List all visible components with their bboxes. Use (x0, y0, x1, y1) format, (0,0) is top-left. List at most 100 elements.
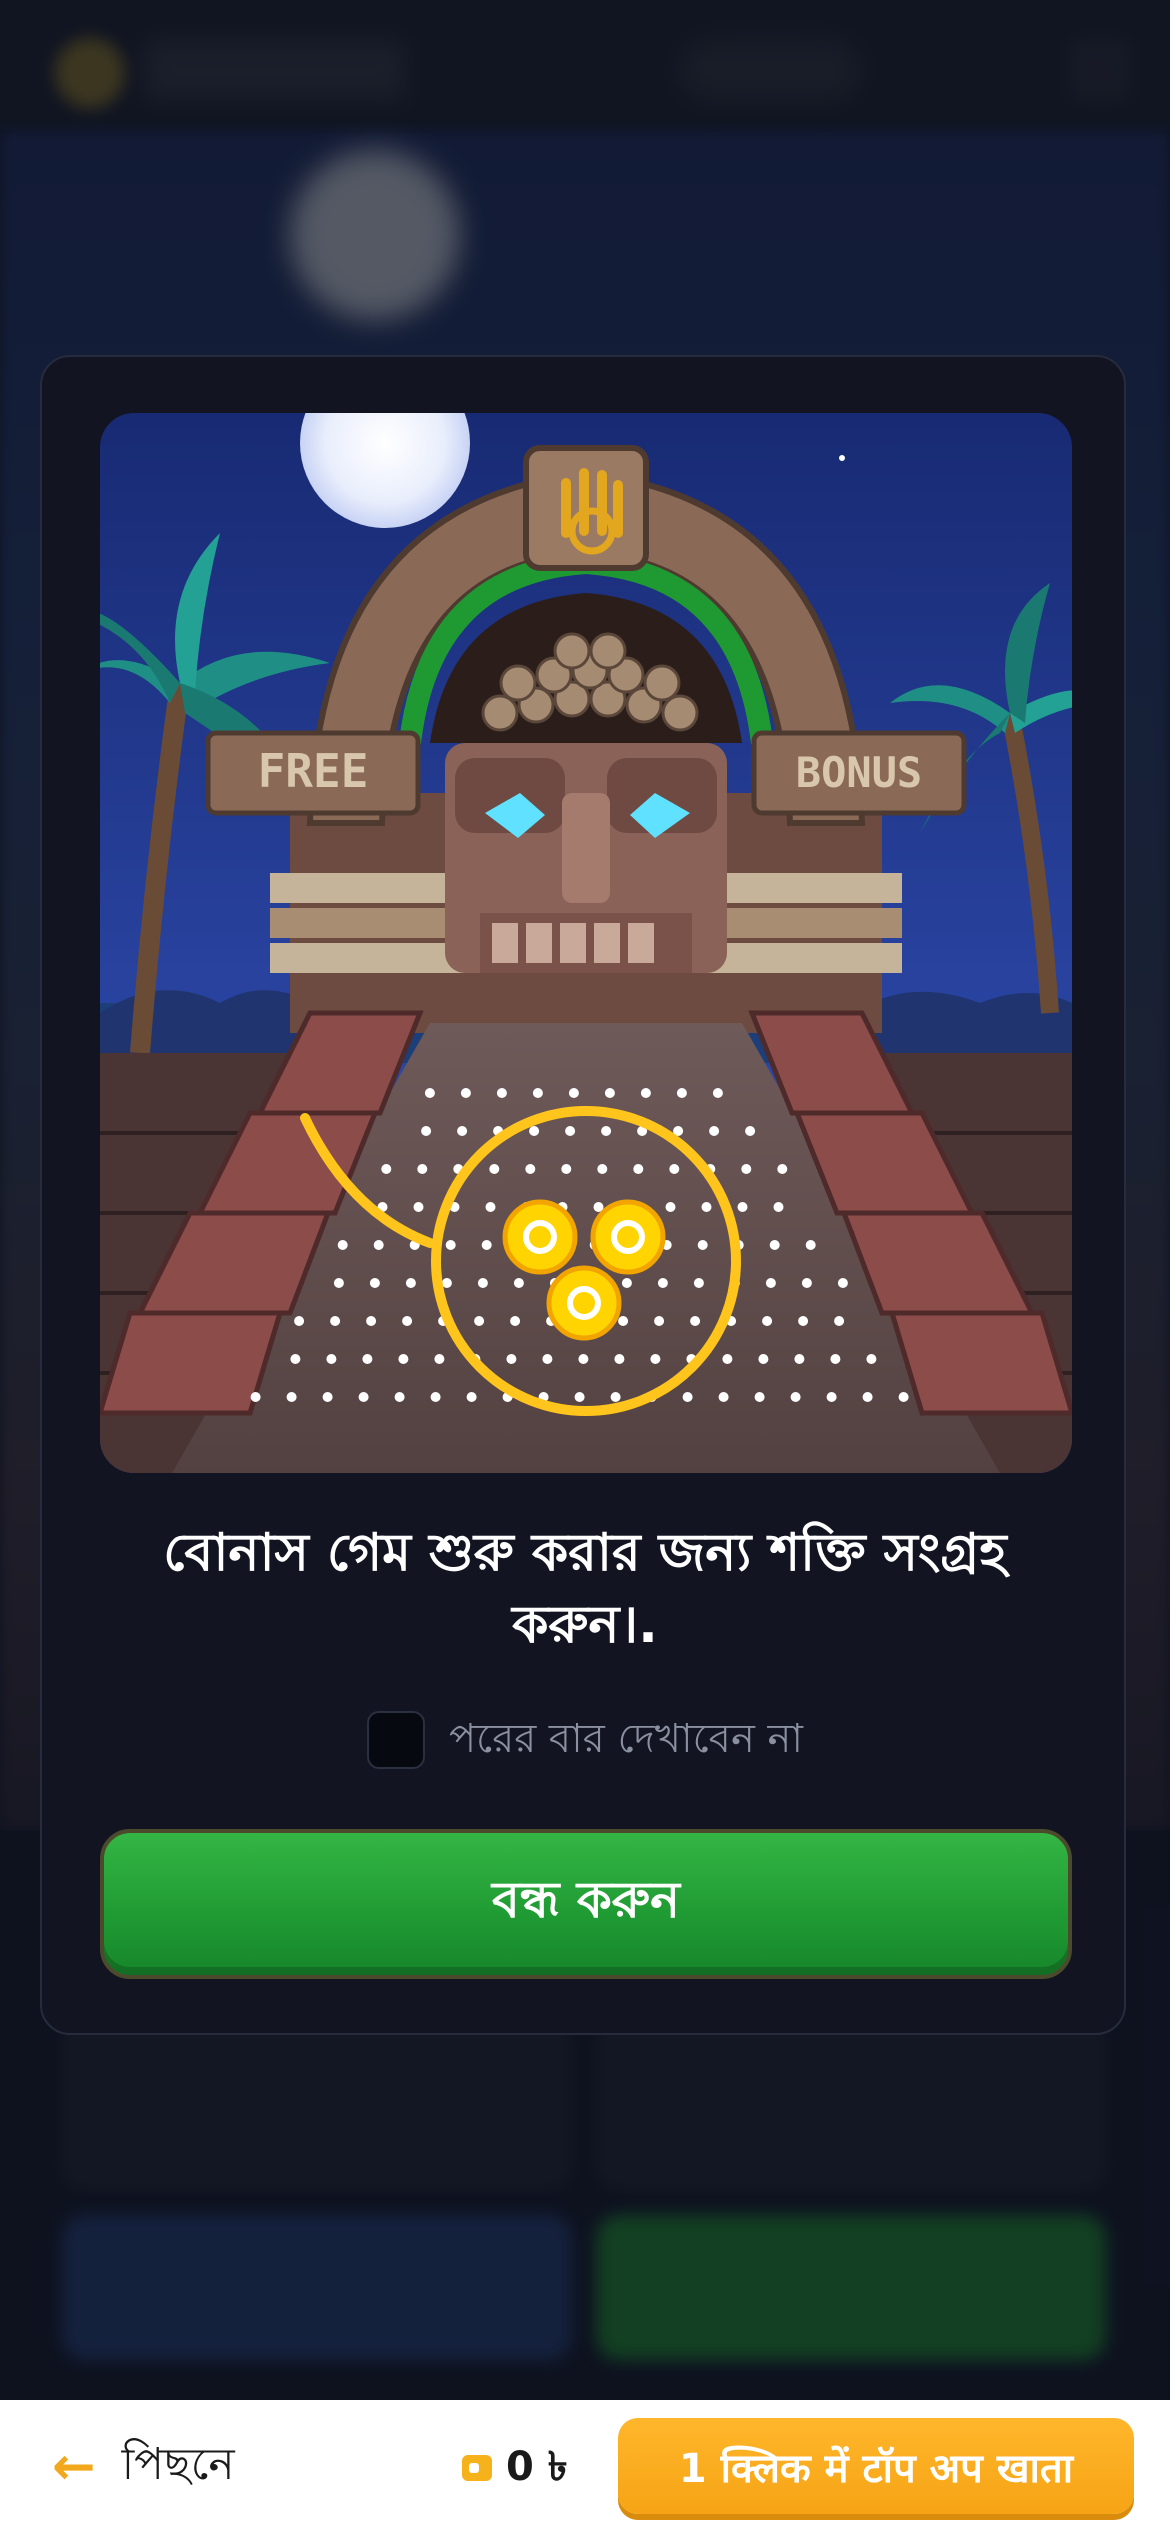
bonus-game-illustration: FREE BONUS (100, 413, 1072, 1473)
peg (862, 1392, 873, 1402)
peg (574, 1392, 585, 1402)
peg (294, 1316, 305, 1326)
peg (402, 1316, 413, 1326)
peg (604, 1088, 615, 1098)
peg (474, 1316, 485, 1326)
peg (693, 1278, 704, 1288)
balance-value: 0 ৳ (506, 2443, 568, 2490)
peg (565, 1126, 576, 1136)
peg (830, 1354, 841, 1364)
peg (542, 1354, 553, 1364)
peg (618, 1316, 629, 1326)
peg (633, 1164, 644, 1174)
arrow-left-icon[interactable]: ← (52, 2441, 96, 2493)
peg (578, 1354, 589, 1364)
dont-show-again-row[interactable]: পরের বার দেখাবেন না (42, 1707, 1128, 1773)
peg (741, 1164, 752, 1174)
peg (765, 1278, 776, 1288)
peg (654, 1316, 665, 1326)
peg (460, 1088, 471, 1098)
peg (794, 1354, 805, 1364)
peg (745, 1126, 756, 1136)
peg (424, 1088, 435, 1098)
peg (529, 1126, 540, 1136)
peg (506, 1354, 517, 1364)
peg (481, 1240, 492, 1250)
peg (525, 1164, 536, 1174)
peg (337, 1240, 348, 1250)
dont-show-again-label[interactable]: পরের বার দেখাবেন না (449, 1707, 803, 1774)
peg (801, 1278, 812, 1288)
peg (457, 1126, 468, 1136)
peg (477, 1278, 488, 1288)
peg (866, 1354, 877, 1364)
peg (737, 1202, 748, 1212)
peg (712, 1088, 723, 1098)
peg (758, 1354, 769, 1364)
peg (330, 1316, 341, 1326)
peg (610, 1392, 621, 1402)
peg (773, 1202, 784, 1212)
free-sign: FREE (205, 730, 421, 816)
peg (405, 1278, 416, 1288)
peg (601, 1126, 612, 1136)
back-button[interactable]: ← পিছনে (52, 2435, 235, 2499)
peg (690, 1316, 701, 1326)
peg (568, 1088, 579, 1098)
peg (286, 1392, 297, 1402)
peg (417, 1164, 428, 1174)
topup-button[interactable]: 1 क्लिक में टॉप अप खाता (618, 2418, 1134, 2514)
peg (445, 1240, 456, 1250)
peg (250, 1392, 261, 1402)
peg (709, 1126, 720, 1136)
back-label[interactable]: পিছনে (122, 2431, 235, 2504)
peg (697, 1240, 708, 1250)
dont-show-again-checkbox[interactable] (366, 1711, 425, 1769)
wallet-icon (462, 2455, 492, 2481)
peg (762, 1316, 773, 1326)
peg (621, 1278, 632, 1288)
peg (722, 1354, 733, 1364)
peg (769, 1240, 780, 1250)
peg (657, 1278, 668, 1288)
peg (561, 1164, 572, 1174)
peg (510, 1316, 521, 1326)
peg (777, 1164, 788, 1174)
svg-text:FREE: FREE (258, 744, 369, 798)
peg (614, 1354, 625, 1364)
peg (898, 1392, 909, 1402)
bonus-sign: BONUS (751, 730, 967, 816)
peg (358, 1392, 369, 1402)
peg (333, 1278, 344, 1288)
peg (532, 1088, 543, 1098)
peg (669, 1164, 680, 1174)
peg (421, 1126, 432, 1136)
peg (394, 1392, 405, 1402)
balance-display: 0 ৳ (462, 2438, 568, 2498)
stone-face (445, 743, 727, 973)
peg (466, 1392, 477, 1402)
peg (826, 1392, 837, 1402)
peg (805, 1240, 816, 1250)
peg (369, 1278, 380, 1288)
peg (489, 1164, 500, 1174)
peg (413, 1202, 424, 1212)
close-button[interactable]: বন্ধ করুন (100, 1829, 1072, 1979)
peg (322, 1392, 333, 1402)
peg (682, 1392, 693, 1402)
bonus-message: বোনাস গেম শুরু করার জন্য শক্তি সংগ্রহ কর… (163, 1523, 1007, 1655)
peg (754, 1392, 765, 1402)
peg (798, 1316, 809, 1326)
peg (326, 1354, 337, 1364)
peg (665, 1202, 676, 1212)
peg (834, 1316, 845, 1326)
svg-text:BONUS: BONUS (796, 748, 922, 797)
peg (434, 1354, 445, 1364)
peg (701, 1202, 712, 1212)
peg (362, 1354, 373, 1364)
peg (366, 1316, 377, 1326)
peg (485, 1202, 496, 1212)
peg (373, 1240, 384, 1250)
peg (718, 1392, 729, 1402)
peg (676, 1088, 687, 1098)
